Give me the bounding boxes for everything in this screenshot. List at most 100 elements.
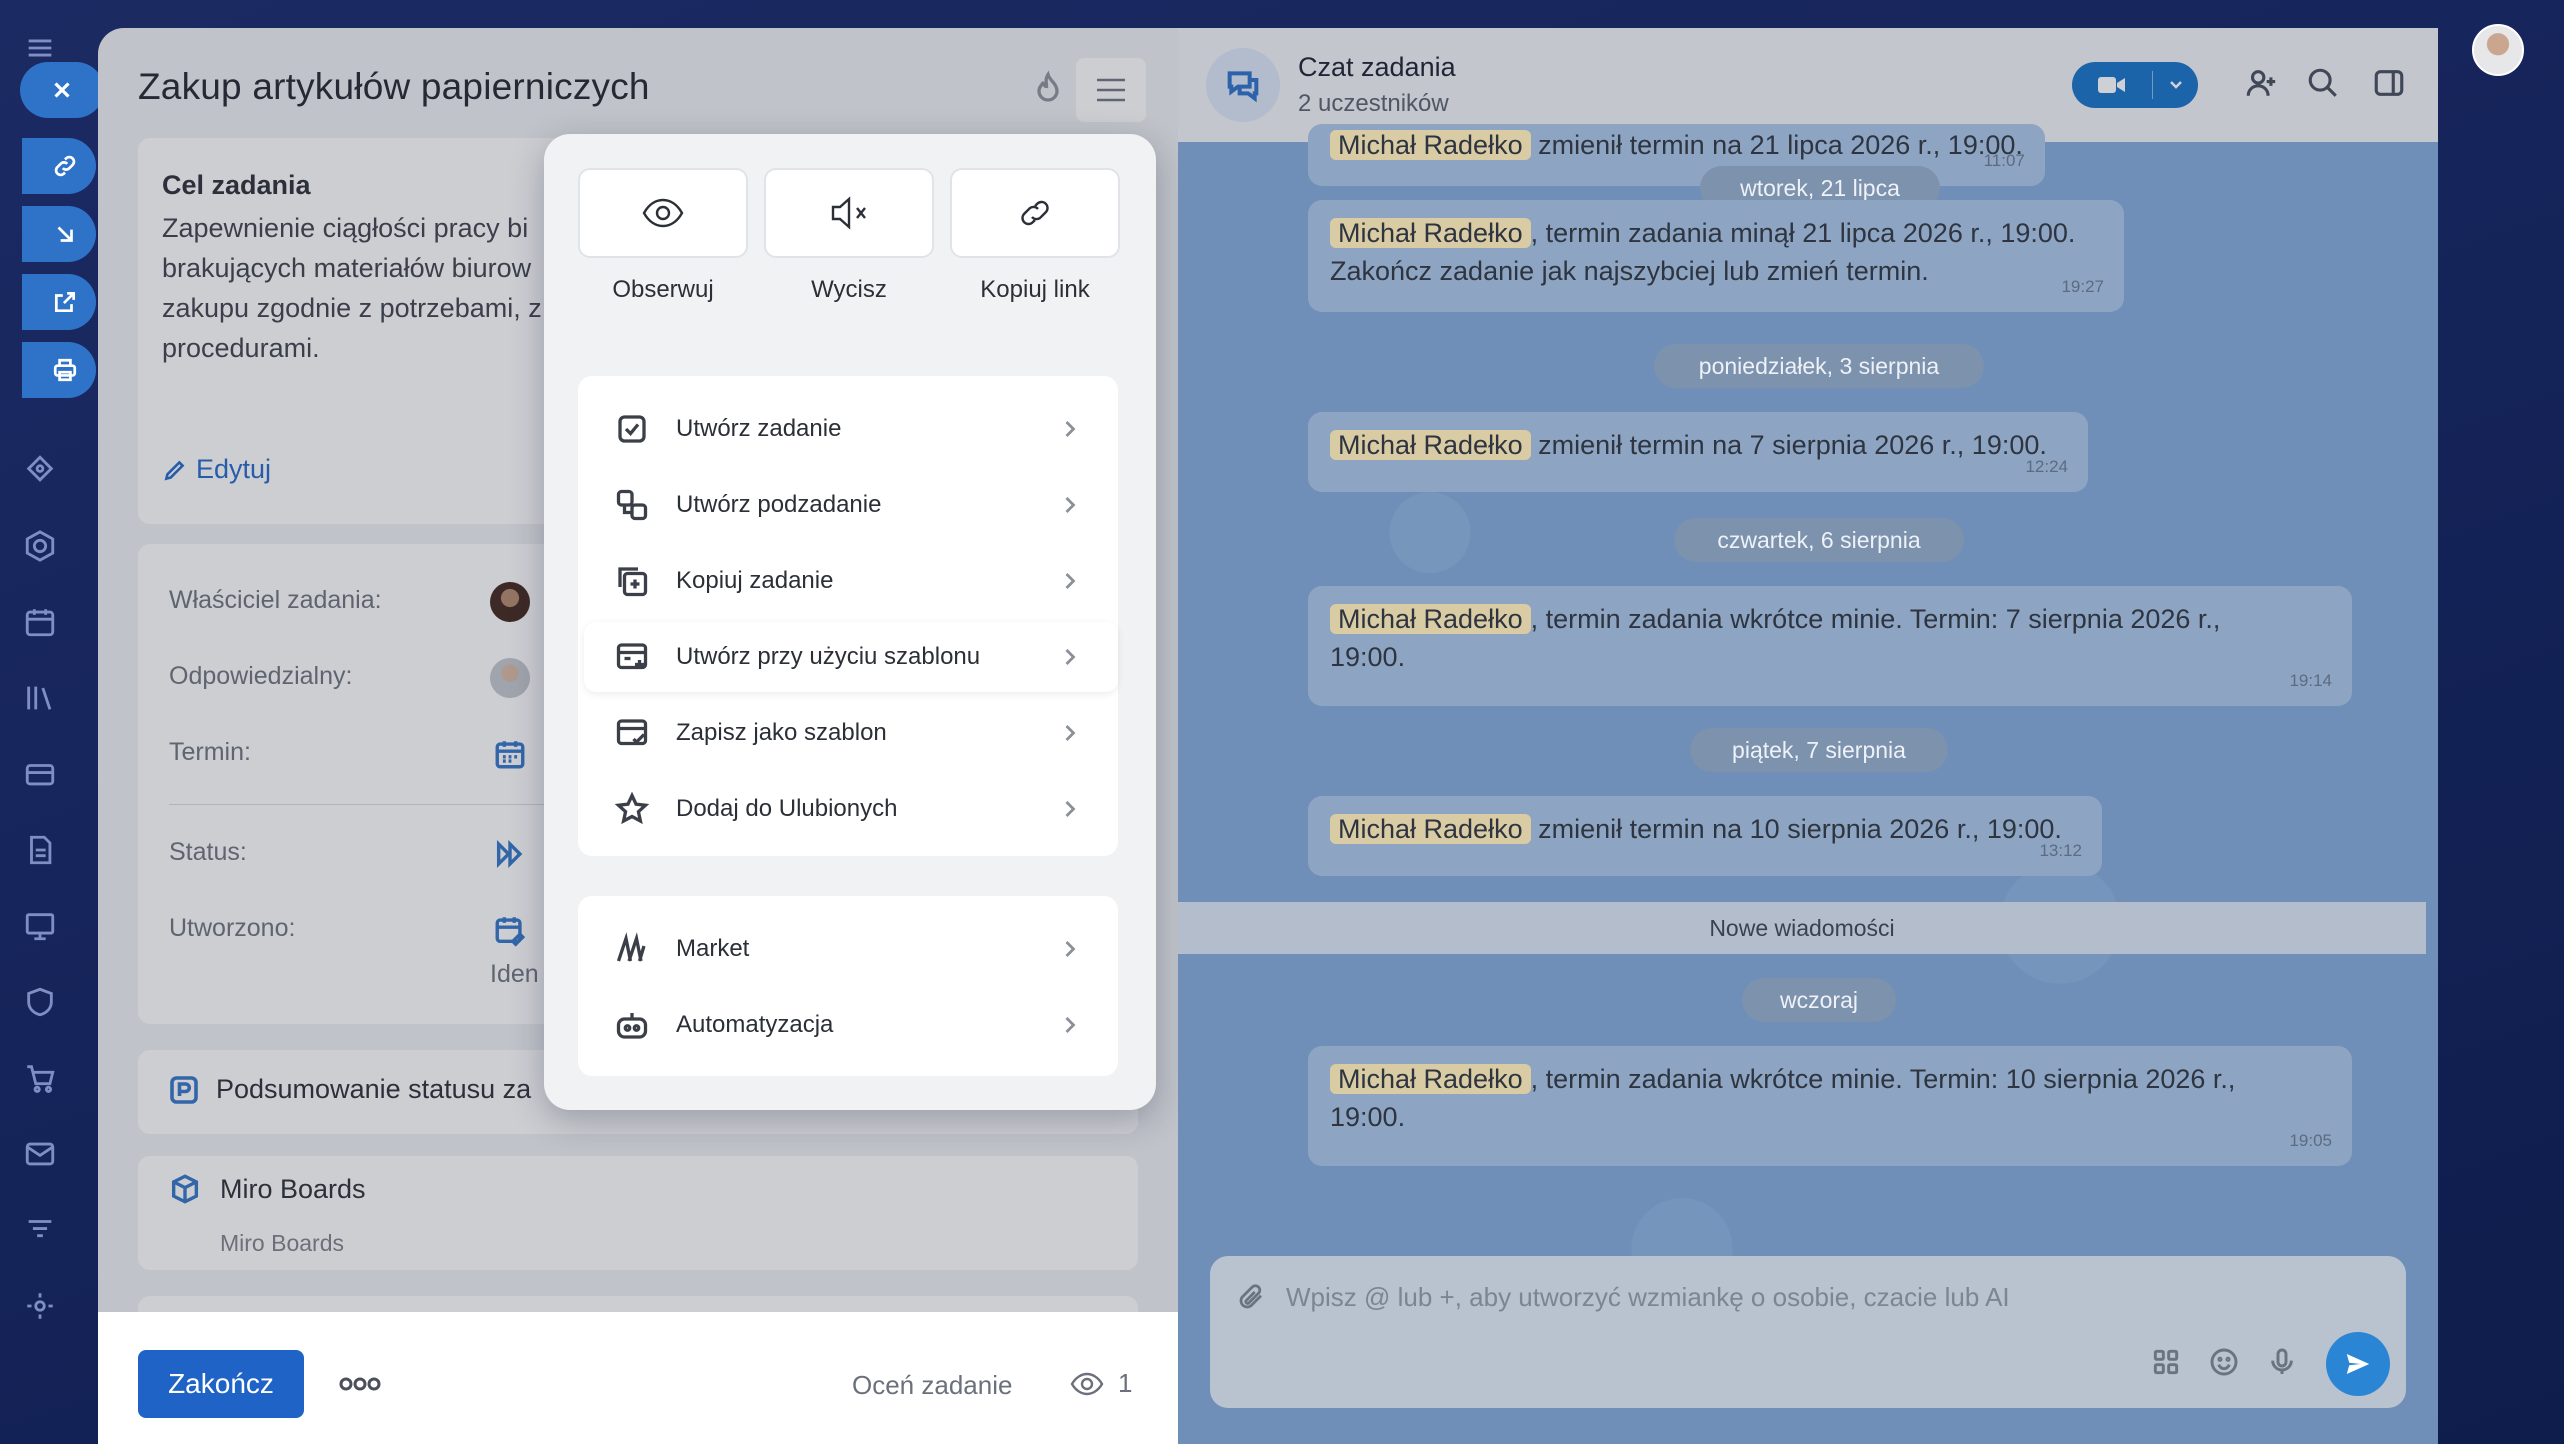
menu-item-market[interactable]: Market xyxy=(584,914,1118,984)
chat-messages-area xyxy=(1178,142,2438,1444)
link-icon xyxy=(1021,200,1049,226)
close-button[interactable] xyxy=(20,62,104,118)
message-text-2: Zakończ zadanie jak najszybciej lub zmie… xyxy=(1330,256,1929,286)
date-separator: czwartek, 6 sierpnia xyxy=(1674,518,1964,562)
apps-grid-icon[interactable] xyxy=(2150,1346,2184,1380)
views-counter[interactable]: 1 xyxy=(1070,1368,1132,1399)
message-text: zmienił termin na 7 sierpnia 2026 r., 19… xyxy=(1530,430,2047,460)
document-icon[interactable] xyxy=(20,830,60,870)
message: Michał Radełko zmienił termin na 7 sierp… xyxy=(1308,412,2088,492)
download-tool-button[interactable] xyxy=(22,206,96,262)
message-text: , termin zadania minął 21 lipca 2026 r.,… xyxy=(1530,218,2076,248)
finish-button[interactable]: Zakończ xyxy=(138,1350,304,1418)
chevron-right-icon xyxy=(1056,935,1084,963)
message-input-placeholder[interactable]: Wpisz @ lub +, aby utworzyć wzmiankę o o… xyxy=(1286,1282,2010,1313)
menu-item-label: Utwórz podzadanie xyxy=(676,491,882,518)
board-icon[interactable] xyxy=(20,906,60,946)
cart-icon[interactable] xyxy=(20,1058,60,1098)
menu-item-label: Kopiuj zadanie xyxy=(676,567,834,594)
eye-icon xyxy=(1070,1372,1104,1395)
message-composer[interactable] xyxy=(1210,1256,2406,1408)
message-author[interactable]: Michał Radełko xyxy=(1330,430,1531,460)
message: Michał Radełko zmienił termin na 10 sier… xyxy=(1308,796,2102,876)
message-text: , termin zadania wkrótce minie. Termin: … xyxy=(1530,1064,2236,1094)
chevron-right-icon xyxy=(1056,795,1084,823)
chevron-right-icon xyxy=(1056,567,1084,595)
menu-item-label: Utwórz przy użyciu szablonu xyxy=(676,643,981,670)
chevron-right-icon xyxy=(1056,1011,1084,1039)
card-icon[interactable] xyxy=(20,754,60,794)
mail-icon[interactable] xyxy=(20,1134,60,1174)
more-icon[interactable] xyxy=(338,1370,382,1398)
printer-icon xyxy=(53,358,77,382)
filter-icon[interactable] xyxy=(20,1210,60,1250)
copy-link-label: Kopiuj link xyxy=(980,276,1090,303)
print-tool-button[interactable] xyxy=(22,342,96,398)
menu-item-add-favorites[interactable]: Dodaj do Ulubionych xyxy=(584,774,1118,844)
watch-label: Obserwuj xyxy=(612,276,714,303)
hexagon-icon[interactable] xyxy=(20,526,60,566)
arrow-down-right-icon xyxy=(57,226,73,242)
message-text: zmienił termin na 10 sierpnia 2026 r., 1… xyxy=(1530,814,2062,844)
menu-item-create-task[interactable]: Utwórz zadanie xyxy=(584,394,1118,464)
user-avatar[interactable] xyxy=(2472,24,2524,76)
market-icon xyxy=(612,929,652,969)
message-time: 19:05 xyxy=(2289,1131,2332,1150)
message-author[interactable]: Michał Radełko xyxy=(1330,814,1531,844)
copy-icon xyxy=(612,561,652,601)
copy-link-action[interactable] xyxy=(950,168,1120,258)
message-author[interactable]: Michał Radełko xyxy=(1330,218,1531,248)
menu-item-create-subtask[interactable]: Utwórz podzadanie xyxy=(584,470,1118,540)
shield-icon[interactable] xyxy=(20,982,60,1022)
watch-action[interactable] xyxy=(578,168,748,258)
menu-item-create-from-template[interactable]: Utwórz przy użyciu szablonu xyxy=(584,622,1118,692)
menu-item-save-as-template[interactable]: Zapisz jako szablon xyxy=(584,698,1118,768)
message-author[interactable]: Michał Radełko xyxy=(1330,1064,1531,1094)
message: Michał Radełko, termin zadania minął 21 … xyxy=(1308,200,2124,312)
new-messages-divider: Nowe wiadomości xyxy=(1178,902,2426,954)
template-save-icon xyxy=(612,713,652,753)
robot-icon xyxy=(612,1005,652,1045)
rate-task-link[interactable]: Oceń zadanie xyxy=(852,1370,1012,1401)
message-time: 19:14 xyxy=(2289,671,2332,690)
external-link-icon xyxy=(54,291,76,313)
checkbox-icon xyxy=(612,409,652,449)
menu-item-label: Zapisz jako szablon xyxy=(676,719,887,746)
microphone-icon[interactable] xyxy=(2266,1346,2300,1380)
paperclip-icon[interactable] xyxy=(1236,1282,1268,1314)
message: Michał Radełko, termin zadania wkrótce m… xyxy=(1308,586,2352,706)
puzzle-icon[interactable] xyxy=(20,450,60,490)
menu-item-copy-task[interactable]: Kopiuj zadanie xyxy=(584,546,1118,616)
chevron-right-icon xyxy=(1056,415,1084,443)
open-external-tool-button[interactable] xyxy=(22,274,96,330)
star-icon xyxy=(612,789,652,829)
subtask-icon xyxy=(612,485,652,525)
eye-icon xyxy=(642,198,684,228)
send-icon xyxy=(2346,1354,2370,1374)
message-author[interactable]: Michał Radełko xyxy=(1330,604,1531,634)
message-time: 12:24 xyxy=(2025,457,2068,476)
views-count: 1 xyxy=(1118,1368,1133,1398)
link-tool-button[interactable] xyxy=(22,138,96,194)
right-strip xyxy=(2438,0,2564,1444)
settings-icon[interactable] xyxy=(20,1286,60,1326)
template-add-icon xyxy=(612,637,652,677)
emoji-icon[interactable] xyxy=(2208,1346,2242,1380)
date-separator: wczoraj xyxy=(1742,978,1896,1022)
message-text-2: 19:00. xyxy=(1330,642,1406,672)
library-icon[interactable] xyxy=(20,678,60,718)
chevron-right-icon xyxy=(1056,719,1084,747)
message-time: 11:07 xyxy=(1983,151,2025,170)
menu-item-label: Market xyxy=(676,935,750,962)
menu-item-label: Utwórz zadanie xyxy=(676,415,842,442)
mute-label: Wycisz xyxy=(811,276,887,303)
send-button[interactable] xyxy=(2326,1332,2390,1396)
calendar-icon[interactable] xyxy=(20,602,60,642)
mute-action[interactable] xyxy=(764,168,934,258)
message-author[interactable]: Michał Radełko xyxy=(1330,130,1531,160)
menu-item-automation[interactable]: Automatyzacja xyxy=(584,990,1118,1060)
message-text-2: 19:00. xyxy=(1330,1102,1406,1132)
app-sidebar xyxy=(0,0,104,1444)
message-text: zmienił termin na 21 lipca 2026 r., 19:0… xyxy=(1530,130,2023,160)
menu-item-label: Dodaj do Ulubionych xyxy=(676,795,898,822)
